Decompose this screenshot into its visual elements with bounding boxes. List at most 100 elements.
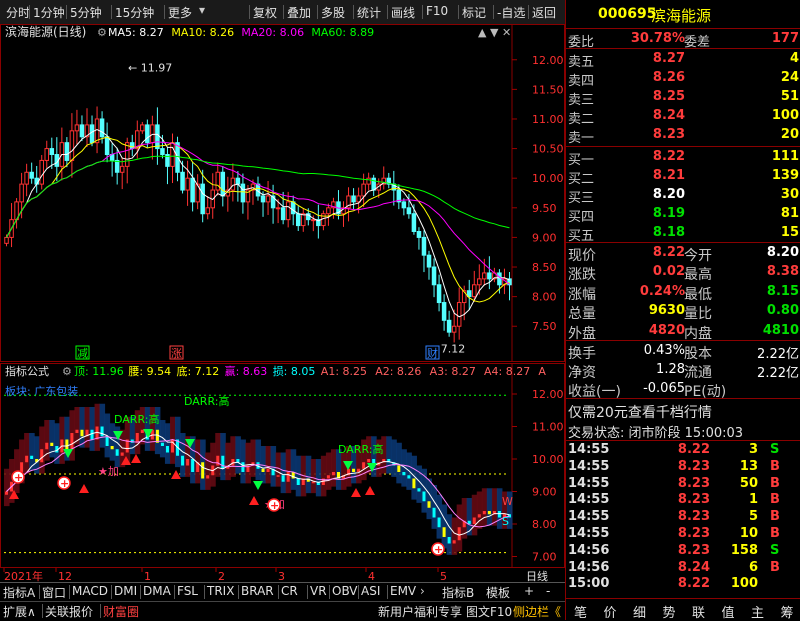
right-tab-0[interactable]: 笔 [574, 602, 587, 621]
right-tab-bar: 笔价细势联值主筹 [566, 598, 800, 621]
right-tab-2[interactable]: 细 [633, 602, 646, 621]
toolbar-5min-button[interactable]: 5分钟 [70, 4, 102, 21]
indicator-tab-4[interactable]: DMA [143, 584, 171, 598]
toolbar-duogu-button[interactable]: 多股 [321, 4, 345, 21]
indicator-bar [407, 475, 411, 479]
indicator-tab-3[interactable]: DMI [114, 584, 137, 598]
right-tab-4[interactable]: 联 [692, 602, 705, 621]
sell-label: 卖一 [568, 131, 595, 146]
right-tab-7[interactable]: 筹 [781, 602, 794, 621]
indicator-bar [120, 452, 124, 456]
indicator-tab-11[interactable]: ASI [361, 584, 380, 598]
indicator-chart[interactable]: 指标公式 ⚙ 顶: 11.96 腰: 9.54 底: 7.12 赢: 8.63 损: 8.0… [0, 363, 565, 568]
svg-text:+: + [270, 499, 279, 512]
toolbar-fuquan-button[interactable]: 复权 [253, 4, 277, 21]
indicator-right-tab-3[interactable]: - [546, 584, 550, 598]
extension-tab-0[interactable]: 扩展∧ [3, 603, 36, 620]
tick-price: 8.23 [677, 526, 710, 541]
extension-tab-1[interactable]: 关联报价 [45, 603, 93, 620]
chevron-right-icon[interactable]: › [420, 584, 425, 598]
extension-right-tab-2[interactable]: 侧边栏《 [513, 603, 561, 620]
toolbar-fenshi-button[interactable]: 分时 [6, 4, 30, 21]
candle-body [64, 142, 70, 161]
candle-body [160, 148, 165, 156]
toolbar-1min-button[interactable]: 1分钟 [33, 4, 65, 21]
promo-link[interactable]: 仅需20元查看千档行情 [566, 400, 800, 422]
stat-value: 0.80 [766, 303, 799, 319]
right-tab-6[interactable]: 主 [751, 602, 764, 621]
up-triangle-icon [79, 484, 89, 493]
x-tick-label: 2021年 [4, 569, 43, 582]
extension-right-tab-0[interactable]: 新用户福利专享 [378, 603, 462, 620]
indicator-param-1: 腰: 9.54 [128, 365, 171, 378]
main-kline-chart[interactable]: 滨海能源(日线) ⚙ MA5: 8.27 MA10: 8.26 MA20: 8.06 MA… [0, 24, 565, 362]
darr-label: DARR:高 [114, 412, 159, 426]
tick-row[interactable]: 15:00 8.22 100 [566, 575, 800, 594]
gear-icon[interactable]: ⚙ [97, 26, 107, 39]
right-tab-5[interactable]: 值 [722, 602, 735, 621]
period-label[interactable]: 日线 [526, 569, 548, 583]
tick-flag: B [770, 559, 780, 575]
indicator-zone [295, 455, 302, 497]
candle-body [24, 171, 29, 185]
toolbar-tongji-button[interactable]: 统计 [357, 4, 381, 21]
toolbar-more-button[interactable]: 更多 [168, 4, 192, 21]
indicator-right-tab-0[interactable]: 指标B [442, 584, 474, 601]
indicator-bar [40, 449, 44, 463]
indicator-zone [74, 407, 80, 445]
kline-svg[interactable]: 滨海能源(日线) ⚙ MA5: 8.27 MA10: 8.26 MA20: 8.06 MA… [0, 24, 565, 362]
tick-time: 14:55 [568, 492, 610, 508]
gear-icon[interactable]: ⚙ [62, 365, 72, 378]
x-axis: 2021年 12 1 2 3 4 5 日线 [0, 568, 565, 583]
indicator-tab-5[interactable]: FSL [177, 584, 198, 598]
stat2-row: 净资 1.28 流通 2.22亿 [566, 360, 800, 381]
toolbar-separator [493, 5, 494, 19]
indicator-zone [245, 442, 251, 484]
candle-body [295, 213, 301, 227]
indicator-tab-6[interactable]: TRIX [207, 584, 234, 598]
indicator-bar [442, 527, 446, 537]
indicator-tab-12[interactable]: EMV [390, 584, 416, 598]
indicator-right-tab-2[interactable]: + [524, 584, 534, 598]
extension-tab-2[interactable]: 财富圈 [103, 603, 139, 620]
toolbar-zixuan-button[interactable]: -自选 [497, 4, 525, 21]
close-icon[interactable]: ✕ [502, 26, 511, 39]
indicator-tab-7[interactable]: BRAR [241, 584, 274, 598]
toolbar-biaoji-button[interactable]: 标记 [462, 4, 486, 21]
indicator-tab-1[interactable]: 窗口 [42, 584, 66, 601]
y-tick-label: 8.50 [532, 261, 557, 274]
candle-body [215, 171, 221, 191]
down-icon[interactable]: ▼ [490, 26, 499, 39]
buy-level-1: 买一 8.22 111 [566, 147, 800, 168]
toolbar-huaxian-button[interactable]: 画线 [391, 4, 415, 21]
star-label: ★加 [98, 465, 119, 478]
indicator-tab-9[interactable]: VR [310, 584, 327, 598]
indicator-tab-10[interactable]: OBV [332, 584, 358, 598]
buy-price: 8.21 [652, 168, 685, 183]
indicator-tab-0[interactable]: 指标A [3, 584, 35, 601]
up-icon[interactable]: ▲ [478, 26, 487, 39]
extension-right-tab-1[interactable]: 图文F10 [466, 603, 512, 620]
indicator-zone [431, 485, 438, 529]
indicator-svg[interactable]: 指标公式 ⚙ 顶: 11.96 腰: 9.54 底: 7.12 赢: 8.63 损: 8.0… [0, 363, 565, 568]
right-tab-1[interactable]: 价 [604, 602, 617, 621]
tab-separator [140, 585, 141, 599]
up-triangle-icon [171, 470, 181, 479]
stat-value: 8.22 [652, 245, 685, 260]
indicator-zone [215, 433, 221, 477]
toolbar-diejia-button[interactable]: 叠加 [287, 4, 311, 21]
toolbar-f10-button[interactable]: F10 [426, 4, 448, 18]
candle-body [285, 201, 291, 221]
toolbar-fanhui-button[interactable]: 返回 [532, 4, 556, 21]
indicator-tab-2[interactable]: MACD [72, 584, 108, 598]
down-triangle-icon [253, 481, 263, 490]
indicator-bar [266, 468, 270, 472]
indicator-tab-8[interactable]: CR [281, 584, 298, 598]
candle-body [421, 236, 427, 256]
toolbar-15min-button[interactable]: 15分钟 [115, 4, 154, 21]
buy-level-4: 买四 8.19 81 [566, 204, 800, 225]
right-tab-3[interactable]: 势 [663, 602, 676, 621]
chevron-down-icon[interactable]: ▾ [199, 3, 205, 17]
indicator-bar [50, 442, 54, 446]
indicator-right-tab-1[interactable]: 模板 [486, 584, 510, 601]
